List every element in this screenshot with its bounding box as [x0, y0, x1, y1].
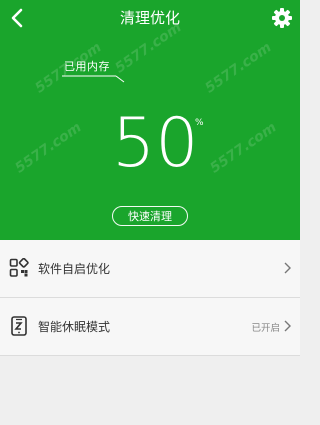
quick-clean-button[interactable]: 快速清理 — [112, 206, 188, 226]
memory-percent-value: 50 — [112, 104, 199, 183]
list-item-app-autostart[interactable]: 软件自启优化 — [0, 240, 300, 298]
watermark: 5577.com — [207, 119, 280, 177]
status-text: 已开启 — [251, 323, 280, 334]
settings-button[interactable] — [268, 4, 296, 32]
gear-icon — [272, 8, 292, 28]
list-item-label: 智能休眠模式 — [38, 320, 111, 334]
top-bar: 清理优化 — [0, 0, 300, 36]
settings-list: 软件自启优化 智能休眠模式 已开启 — [0, 240, 300, 356]
watermark: 5577.com — [12, 119, 85, 177]
page-title: 清理优化 — [119, 9, 180, 27]
watermark: 5577.com — [202, 39, 275, 97]
chevron-right-icon — [284, 320, 291, 332]
chevron-right-icon — [284, 262, 291, 274]
list-item-label: 软件自启优化 — [38, 262, 111, 276]
memory-percent-unit: % — [195, 118, 204, 128]
sleep-phone-icon — [11, 316, 27, 336]
memory-panel: 清理优化 已用内存 50 % 快速清理 5577.com 5577.com 55… — [0, 0, 300, 240]
app-grid-icon — [9, 258, 29, 277]
list-item-smart-sleep[interactable]: 智能休眠模式 已开启 — [0, 298, 300, 356]
